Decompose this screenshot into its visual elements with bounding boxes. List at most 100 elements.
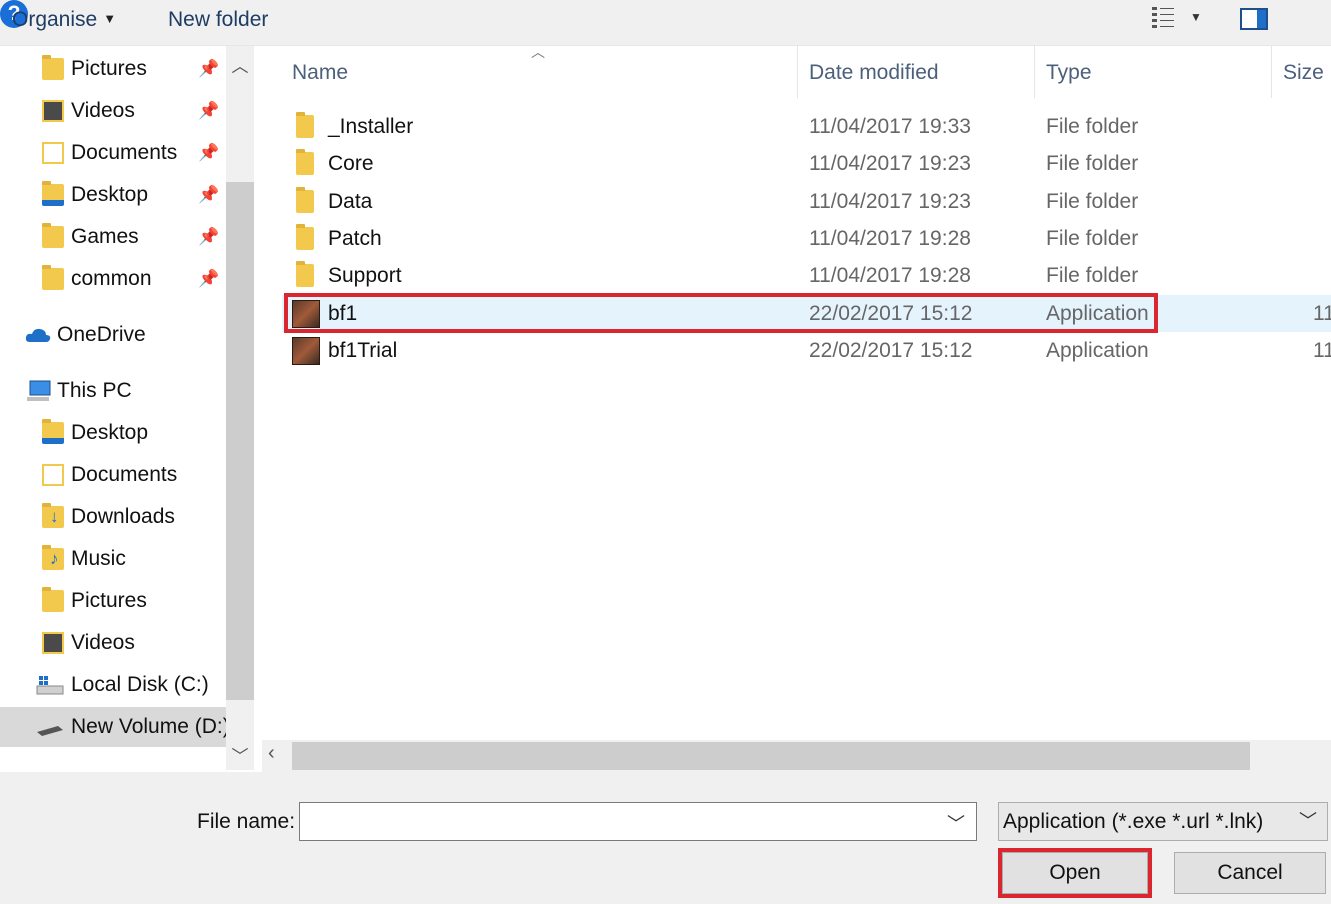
nav-item-videos[interactable]: Videos — [0, 623, 226, 663]
file-type: File folder — [1046, 115, 1139, 138]
application-icon — [292, 337, 320, 365]
file-type: Application — [1046, 339, 1149, 362]
column-header-date-modified[interactable]: Date modified — [809, 58, 939, 90]
pin-icon: 📌 — [198, 143, 220, 162]
nav-item-documents[interactable]: Documents — [0, 455, 226, 495]
folder-icon — [296, 112, 314, 138]
nav-item-videos-quick[interactable]: Videos 📌 — [0, 91, 226, 131]
nav-item-music[interactable]: ♪ Music — [0, 539, 226, 579]
file-type-select[interactable]: Application (*.exe *.url *.lnk) ﹀ — [998, 802, 1328, 841]
chevron-down-icon[interactable]: ﹀ — [947, 810, 965, 836]
file-row-patch[interactable]: Patch 11/04/2017 19:28 File folder — [282, 220, 1331, 257]
nav-item-this-pc[interactable]: This PC — [0, 371, 226, 411]
music-note-icon: ♪ — [50, 549, 59, 568]
navigation-pane: Pictures 📌 Videos 📌 Documents 📌 Desktop … — [0, 46, 226, 770]
view-dropdown-chevron-icon[interactable]: ▼ — [1190, 10, 1202, 24]
file-name: _Installer — [328, 115, 414, 138]
file-name: Core — [328, 152, 374, 175]
onedrive-icon — [25, 328, 51, 342]
file-date: 11/04/2017 19:23 — [809, 190, 971, 213]
nav-item-pictures-quick[interactable]: Pictures 📌 — [0, 49, 226, 89]
sort-ascending-icon: ︿ — [531, 44, 545, 60]
nav-item-documents-quick[interactable]: Documents 📌 — [0, 133, 226, 173]
nav-item-label: Videos — [71, 631, 135, 654]
this-pc-icon — [27, 380, 51, 401]
chevron-down-icon: ﹀ — [1299, 811, 1317, 831]
horizontal-scrollbar[interactable]: ‹ — [262, 740, 1331, 772]
file-type: File folder — [1046, 152, 1139, 175]
nav-item-label: OneDrive — [57, 323, 146, 346]
nav-item-label: Desktop — [71, 421, 149, 444]
file-date: 11/04/2017 19:33 — [809, 115, 971, 138]
annotation-highlight-open — [998, 848, 1152, 898]
nav-item-games-quick[interactable]: Games 📌 — [0, 217, 226, 257]
horizontal-scrollbar-thumb[interactable] — [292, 742, 1250, 770]
nav-item-label: Pictures — [71, 589, 147, 612]
file-row-installer[interactable]: _Installer 11/04/2017 19:33 File folder — [282, 108, 1331, 145]
file-row-bf1trial[interactable]: bf1Trial 22/02/2017 15:12 Application 11 — [282, 332, 1331, 369]
file-date: 22/02/2017 15:12 — [809, 339, 973, 362]
videos-folder-icon — [42, 100, 64, 122]
nav-item-desktop[interactable]: Desktop — [0, 413, 226, 453]
preview-pane-icon[interactable] — [1240, 8, 1268, 30]
chevron-down-icon: ▼ — [103, 11, 117, 26]
pin-icon: 📌 — [198, 269, 220, 288]
nav-item-label: Documents — [71, 463, 178, 486]
organise-button[interactable]: Organise ▼ — [12, 6, 116, 34]
column-divider[interactable] — [1034, 46, 1035, 98]
file-date: 11/04/2017 19:28 — [809, 227, 971, 250]
nav-item-onedrive[interactable]: OneDrive — [0, 315, 226, 355]
nav-scrollbar[interactable]: ︿ ﹀ — [226, 46, 254, 770]
nav-item-local-disk-c[interactable]: Local Disk (C:) — [0, 665, 226, 705]
file-name-input[interactable] — [299, 802, 977, 841]
file-row-core[interactable]: Core 11/04/2017 19:23 File folder — [282, 145, 1331, 182]
column-header-name[interactable]: Name — [292, 58, 348, 90]
column-divider[interactable] — [797, 46, 798, 98]
pin-icon: 📌 — [198, 185, 220, 204]
column-header-size[interactable]: Size — [1283, 58, 1324, 90]
file-size: 11 — [1313, 302, 1331, 325]
drive-icon — [37, 726, 63, 736]
dialog-footer: File name: ﹀ Application (*.exe *.url *.… — [0, 772, 1331, 904]
pictures-folder-icon — [42, 587, 64, 612]
documents-folder-icon — [42, 142, 64, 164]
nav-item-label: Games — [71, 225, 139, 248]
nav-item-downloads[interactable]: ↓ Downloads — [0, 497, 226, 537]
folder-icon — [296, 187, 314, 213]
column-divider[interactable] — [1271, 46, 1272, 98]
chevron-left-icon[interactable]: ‹ — [268, 742, 275, 765]
desktop-folder-icon — [42, 419, 64, 444]
folder-icon — [42, 265, 64, 290]
pin-icon: 📌 — [198, 227, 220, 246]
file-row-data[interactable]: Data 11/04/2017 19:23 File folder — [282, 183, 1331, 220]
chevron-down-icon[interactable]: ﹀ — [226, 742, 254, 767]
new-folder-button[interactable]: New folder — [168, 6, 268, 34]
view-options-icon[interactable] — [1150, 4, 1176, 30]
file-type-value: Application (*.exe *.url *.lnk) — [1003, 810, 1264, 833]
file-name-label: File name: — [197, 810, 296, 833]
file-type: File folder — [1046, 264, 1139, 287]
nav-scrollbar-thumb[interactable] — [226, 182, 254, 700]
file-date: 11/04/2017 19:28 — [809, 264, 971, 287]
file-row-support[interactable]: Support 11/04/2017 19:28 File folder — [282, 257, 1331, 294]
nav-item-pictures[interactable]: Pictures — [0, 581, 226, 621]
nav-item-label: Videos — [71, 99, 135, 122]
cancel-button[interactable]: Cancel — [1174, 852, 1326, 894]
nav-item-desktop-quick[interactable]: Desktop 📌 — [0, 175, 226, 215]
file-name: Patch — [328, 227, 382, 250]
file-type: File folder — [1046, 227, 1139, 250]
nav-item-new-volume-d[interactable]: New Volume (D:) — [0, 707, 226, 747]
column-header-type[interactable]: Type — [1046, 58, 1092, 90]
file-date: 11/04/2017 19:23 — [809, 152, 971, 175]
desktop-folder-icon — [42, 181, 64, 206]
organise-label: Organise — [12, 8, 98, 31]
file-size: 11 — [1313, 339, 1331, 362]
annotation-highlight-bf1 — [284, 293, 1158, 333]
nav-item-label: This PC — [57, 379, 132, 402]
folder-icon — [42, 223, 64, 248]
videos-folder-icon — [42, 632, 64, 654]
local-disk-icon — [36, 676, 64, 695]
pin-icon: 📌 — [198, 101, 220, 120]
nav-item-common-quick[interactable]: common 📌 — [0, 259, 226, 299]
chevron-up-icon[interactable]: ︿ — [226, 52, 254, 77]
